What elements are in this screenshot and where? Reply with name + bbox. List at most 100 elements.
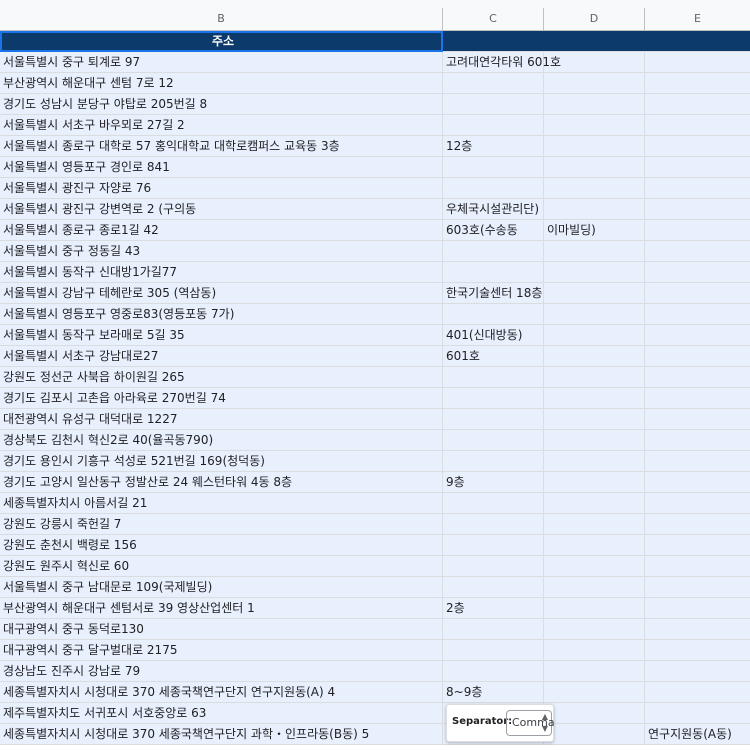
cell-e[interactable]: [645, 598, 750, 618]
cell-e[interactable]: [645, 640, 750, 660]
cell-d[interactable]: [544, 409, 645, 429]
cell-e[interactable]: [645, 388, 750, 408]
cell-d[interactable]: [544, 73, 645, 93]
cell-c[interactable]: [443, 115, 544, 135]
cell-b[interactable]: 강원도 정선군 사북읍 하이원길 265: [0, 367, 443, 387]
cell-e[interactable]: [645, 451, 750, 471]
cell-c[interactable]: 고려대연각타워 601호: [443, 52, 561, 72]
cell-d[interactable]: [544, 556, 645, 576]
cell-d[interactable]: [544, 157, 645, 177]
column-header-d[interactable]: D: [544, 8, 645, 30]
cell-c[interactable]: [443, 556, 544, 576]
cell-d[interactable]: [544, 94, 645, 114]
cell-d[interactable]: [544, 388, 645, 408]
cell-c[interactable]: 2층: [443, 598, 544, 618]
cell-c[interactable]: 9층: [443, 472, 544, 492]
cell-c[interactable]: 한국기술센터 18층: [443, 283, 544, 303]
cell-b[interactable]: 제주특별자치도 서귀포시 서호중앙로 63: [0, 703, 443, 723]
cell-d[interactable]: [544, 178, 645, 198]
cell-b[interactable]: 대구광역시 중구 동덕로130: [0, 619, 443, 639]
cell-b[interactable]: 부산광역시 해운대구 센텀 7로 12: [0, 73, 443, 93]
cell-c[interactable]: [443, 535, 544, 555]
cell-d[interactable]: 이마빌딩): [544, 220, 645, 240]
cell-d[interactable]: [544, 577, 645, 597]
cell-e[interactable]: [645, 514, 750, 534]
cell-e[interactable]: [645, 325, 750, 345]
cell-b[interactable]: 세종특별자치시 아름서길 21: [0, 493, 443, 513]
cell-d[interactable]: [544, 52, 645, 72]
cell-d[interactable]: [544, 493, 645, 513]
cell-d[interactable]: [544, 598, 645, 618]
cell-b[interactable]: 서울특별시 영등포구 영중로83(영등포동 7가): [0, 304, 443, 324]
cell-b[interactable]: 세종특별자치시 시청대로 370 세종국책연구단지 연구지원동(A) 4: [0, 682, 443, 702]
cell-d[interactable]: [544, 241, 645, 261]
cell-b[interactable]: 강원도 강릉시 죽헌길 7: [0, 514, 443, 534]
cell-e[interactable]: [645, 157, 750, 177]
separator-select[interactable]: Comma ▲ ▼: [506, 710, 555, 736]
cell-b[interactable]: 강원도 원주시 혁신로 60: [0, 556, 443, 576]
cell-e[interactable]: 연구지원동(A동): [645, 724, 750, 744]
cell-b[interactable]: 서울특별시 동작구 보라매로 5길 35: [0, 325, 443, 345]
cell-c[interactable]: [443, 493, 544, 513]
cell-e[interactable]: [645, 304, 750, 324]
cell-e[interactable]: [645, 493, 750, 513]
cell-e[interactable]: [645, 220, 750, 240]
cell-e[interactable]: [645, 661, 750, 681]
cell-c[interactable]: [443, 178, 544, 198]
cell-d[interactable]: [544, 115, 645, 135]
cell-c[interactable]: [443, 577, 544, 597]
cell-e[interactable]: [645, 262, 750, 282]
column-header-b[interactable]: B: [0, 8, 443, 30]
cell-d[interactable]: [544, 283, 645, 303]
header-cell-c[interactable]: [443, 31, 544, 51]
header-cell-e[interactable]: [645, 31, 750, 51]
cell-c[interactable]: 8~9층: [443, 682, 544, 702]
cell-b[interactable]: 경기도 김포시 고촌읍 아라육로 270번길 74: [0, 388, 443, 408]
cell-e[interactable]: [645, 73, 750, 93]
cell-b[interactable]: 강원도 춘천시 백령로 156: [0, 535, 443, 555]
cell-b[interactable]: 서울특별시 강남구 테헤란로 305 (역삼동): [0, 283, 443, 303]
cell-c[interactable]: [443, 304, 544, 324]
cell-c[interactable]: 603호(수송동: [443, 220, 544, 240]
cell-b[interactable]: 대전광역시 유성구 대덕대로 1227: [0, 409, 443, 429]
cell-c[interactable]: [443, 388, 544, 408]
cell-e[interactable]: [645, 619, 750, 639]
cell-e[interactable]: [645, 241, 750, 261]
cell-d[interactable]: [544, 451, 645, 471]
cell-b[interactable]: 세종특별자치시 시청대로 370 세종국책연구단지 과학・인프라동(B동) 5: [0, 724, 443, 744]
cell-b[interactable]: 서울특별시 중구 남대문로 109(국제빌딩): [0, 577, 443, 597]
cell-c[interactable]: [443, 451, 544, 471]
cell-c[interactable]: [443, 619, 544, 639]
cell-e[interactable]: [645, 283, 750, 303]
cell-e[interactable]: [645, 472, 750, 492]
cell-b[interactable]: 서울특별시 광진구 자양로 76: [0, 178, 443, 198]
cell-e[interactable]: [645, 556, 750, 576]
column-header-e[interactable]: E: [645, 8, 750, 30]
cell-e[interactable]: [645, 346, 750, 366]
cell-b[interactable]: 서울특별시 종로구 종로1길 42: [0, 220, 443, 240]
cell-c[interactable]: [443, 430, 544, 450]
cell-b[interactable]: 서울특별시 동작구 신대방1가길77: [0, 262, 443, 282]
cell-b[interactable]: 경상북도 김천시 혁신2로 40(율곡동790): [0, 430, 443, 450]
cell-d[interactable]: [544, 346, 645, 366]
column-header-c[interactable]: C: [443, 8, 544, 30]
cell-d[interactable]: [544, 304, 645, 324]
cell-d[interactable]: [544, 262, 645, 282]
cell-b[interactable]: 서울특별시 광진구 강변역로 2 (구의동: [0, 199, 443, 219]
cell-e[interactable]: [645, 115, 750, 135]
cell-b[interactable]: 경기도 성남시 분당구 야탑로 205번길 8: [0, 94, 443, 114]
header-cell-d[interactable]: [544, 31, 645, 51]
cell-d[interactable]: [544, 619, 645, 639]
cell-d[interactable]: [544, 136, 645, 156]
cell-b[interactable]: 경기도 고양시 일산동구 정발산로 24 웨스턴타워 4동 8층: [0, 472, 443, 492]
cell-d[interactable]: [544, 703, 645, 723]
cell-c[interactable]: [443, 409, 544, 429]
cell-e[interactable]: [645, 577, 750, 597]
cell-c[interactable]: 12층: [443, 136, 544, 156]
cell-e[interactable]: [645, 178, 750, 198]
cell-e[interactable]: [645, 94, 750, 114]
cell-c[interactable]: [443, 367, 544, 387]
cell-d[interactable]: [544, 325, 645, 345]
cell-c[interactable]: 우체국시설관리단): [443, 199, 544, 219]
cell-b[interactable]: 부산광역시 해운대구 센텀서로 39 영상산업센터 1: [0, 598, 443, 618]
